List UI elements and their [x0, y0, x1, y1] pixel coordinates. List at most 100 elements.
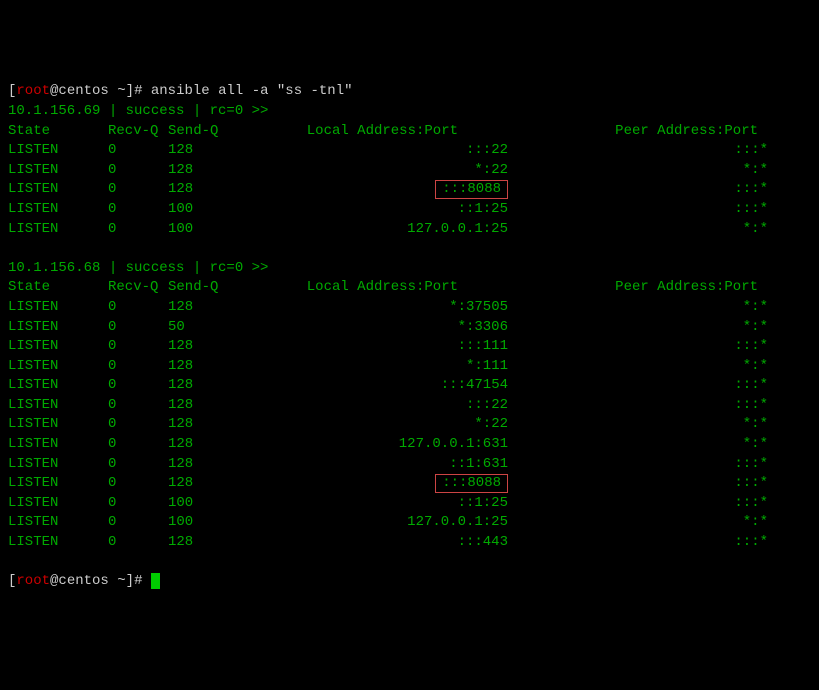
cell-local: 127.0.0.1:631	[268, 435, 508, 455]
cell-peer: :::*	[588, 376, 768, 396]
table-row: LISTEN0100::1:25 :::*	[8, 200, 811, 220]
prompt-symbol: #	[134, 573, 151, 589]
col-local-header: Local Address:Port	[248, 122, 458, 142]
highlighted-port: :::8088	[435, 180, 508, 199]
table-row: LISTEN0128:::22 :::*	[8, 141, 811, 161]
prompt-space	[109, 83, 117, 99]
cell-recvq: 0	[108, 200, 168, 220]
prompt-line[interactable]: [root@centos ~]#	[8, 572, 811, 592]
cell-state: LISTEN	[8, 415, 108, 435]
cell-recvq: 0	[108, 357, 168, 377]
cell-peer: :::*	[588, 141, 768, 161]
cell-sendq: 100	[168, 513, 268, 533]
cell-peer: :::*	[588, 200, 768, 220]
prompt-host: centos	[58, 83, 108, 99]
cell-local: *:111	[268, 357, 508, 377]
cell-sendq: 128	[168, 376, 268, 396]
col-local-header: Local Address:Port	[248, 278, 458, 298]
cell-recvq: 0	[108, 396, 168, 416]
cell-sendq: 50	[168, 318, 268, 338]
col-state-header: State	[8, 278, 108, 298]
cell-peer: *:*	[588, 513, 768, 533]
cell-sendq: 128	[168, 474, 268, 494]
cell-local: :::443	[268, 533, 508, 553]
command-line: [root@centos ~]# ansible all -a "ss -tnl…	[8, 82, 811, 102]
cell-sendq: 100	[168, 200, 268, 220]
cell-local: ::1:25	[268, 200, 508, 220]
cell-recvq: 0	[108, 298, 168, 318]
prompt-cwd: ~	[117, 83, 125, 99]
cell-peer: *:*	[588, 318, 768, 338]
cell-sendq: 128	[168, 435, 268, 455]
terminal-output: [root@centos ~]# ansible all -a "ss -tnl…	[8, 82, 811, 591]
cell-peer: *:*	[588, 357, 768, 377]
table-row: LISTEN0128:::443 :::*	[8, 533, 811, 553]
table-row: LISTEN0128*:111 *:*	[8, 357, 811, 377]
cell-local: 127.0.0.1:25	[268, 513, 508, 533]
cell-state: LISTEN	[8, 357, 108, 377]
cell-sendq: 128	[168, 533, 268, 553]
cell-local: ::1:631	[268, 455, 508, 475]
command-text: ansible all -a "ss -tnl"	[151, 83, 353, 99]
cell-sendq: 128	[168, 455, 268, 475]
col-recvq-header: Recv-Q	[108, 278, 168, 298]
cell-recvq: 0	[108, 161, 168, 181]
cell-state: LISTEN	[8, 180, 108, 200]
cell-recvq: 0	[108, 318, 168, 338]
cell-peer: *:*	[588, 161, 768, 181]
cell-state: LISTEN	[8, 435, 108, 455]
cell-state: LISTEN	[8, 455, 108, 475]
table-header: StateRecv-QSend-QLocal Address:Port Peer…	[8, 122, 811, 142]
cell-local: *:22	[268, 161, 508, 181]
cell-recvq: 0	[108, 337, 168, 357]
cell-sendq: 128	[168, 180, 268, 200]
table-row: LISTEN0100127.0.0.1:25 *:*	[8, 220, 811, 240]
cell-sendq: 100	[168, 220, 268, 240]
table-header: StateRecv-QSend-QLocal Address:Port Peer…	[8, 278, 811, 298]
table-row: LISTEN0128*:22 *:*	[8, 415, 811, 435]
prompt-bracket-close: ]	[126, 83, 134, 99]
cell-sendq: 128	[168, 337, 268, 357]
col-state-header: State	[8, 122, 108, 142]
cell-recvq: 0	[108, 376, 168, 396]
cell-state: LISTEN	[8, 533, 108, 553]
cell-state: LISTEN	[8, 220, 108, 240]
prompt-host: centos	[58, 573, 108, 589]
cell-state: LISTEN	[8, 474, 108, 494]
prompt-user: root	[16, 83, 50, 99]
cell-local: :::47154	[268, 376, 508, 396]
cell-sendq: 128	[168, 161, 268, 181]
cell-local: ::1:25	[268, 494, 508, 514]
cell-peer: *:*	[588, 220, 768, 240]
cell-local: *:37505	[268, 298, 508, 318]
cell-state: LISTEN	[8, 513, 108, 533]
cell-local: *:3306	[268, 318, 508, 338]
cell-local: *:22	[268, 415, 508, 435]
cell-peer: :::*	[588, 337, 768, 357]
cell-recvq: 0	[108, 435, 168, 455]
table-row: LISTEN0128::1:631 :::*	[8, 455, 811, 475]
blank-line	[8, 553, 811, 573]
blank-line	[8, 239, 811, 259]
cell-local: :::22	[268, 396, 508, 416]
cell-sendq: 128	[168, 141, 268, 161]
table-row: LISTEN0128127.0.0.1:631 *:*	[8, 435, 811, 455]
col-recvq-header: Recv-Q	[108, 122, 168, 142]
table-row: LISTEN0128:::22 :::*	[8, 396, 811, 416]
cell-recvq: 0	[108, 455, 168, 475]
highlighted-port: :::8088	[435, 474, 508, 493]
cursor-icon	[151, 573, 160, 589]
cell-peer: *:*	[588, 435, 768, 455]
table-row: LISTEN050*:3306 *:*	[8, 318, 811, 338]
table-row: LISTEN0128:::8088 :::*	[8, 180, 811, 200]
table-row: LISTEN0128:::47154 :::*	[8, 376, 811, 396]
cell-peer: :::*	[588, 455, 768, 475]
col-sendq-header: Send-Q	[168, 278, 248, 298]
cell-peer: *:*	[588, 415, 768, 435]
cell-recvq: 0	[108, 220, 168, 240]
cell-sendq: 128	[168, 298, 268, 318]
table-row: LISTEN0100::1:25 :::*	[8, 494, 811, 514]
host-header: 10.1.156.68 | success | rc=0 >>	[8, 259, 811, 279]
table-row: LISTEN0128:::8088 :::*	[8, 474, 811, 494]
cell-recvq: 0	[108, 494, 168, 514]
